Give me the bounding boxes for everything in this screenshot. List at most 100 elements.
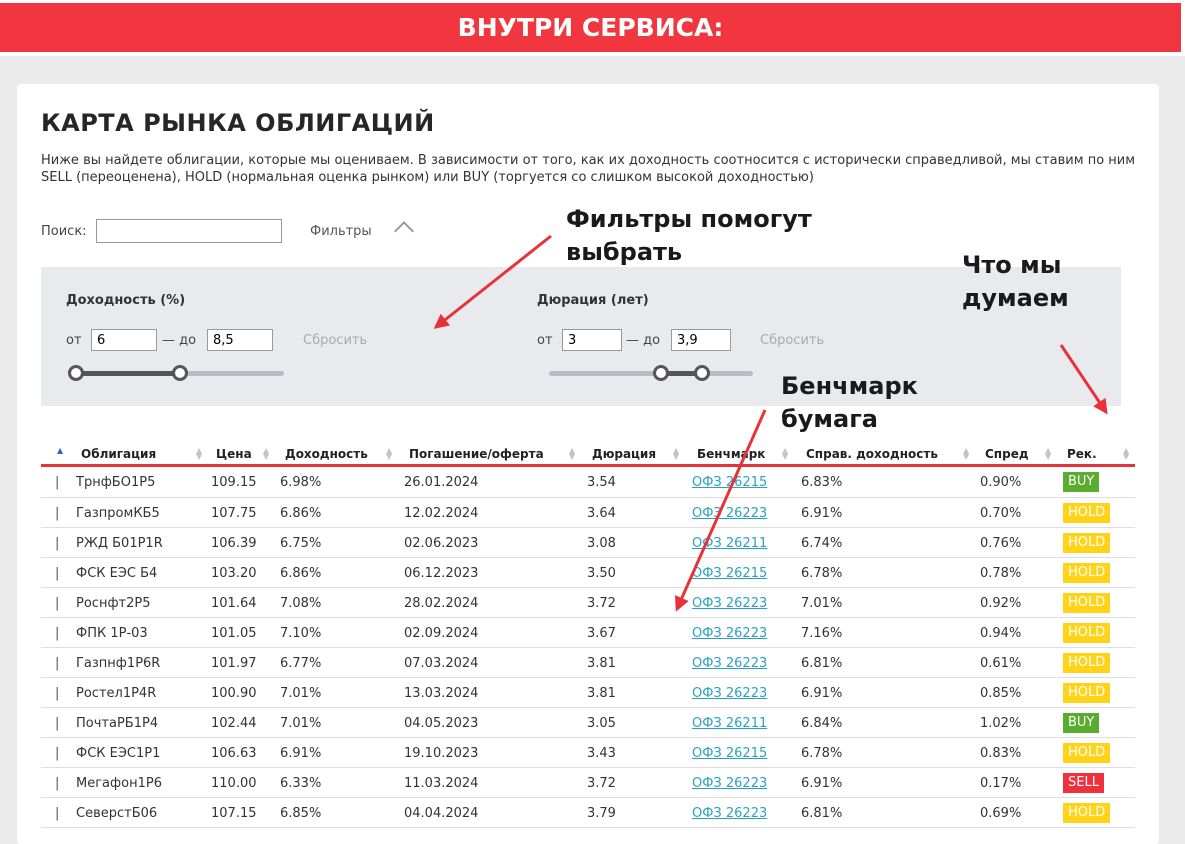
bond-name: Ростел1Р4R [76,686,157,701]
table-row[interactable]: | ФСК ЕЭС Б4 103.20 6.86% 06.12.2023 3.50 ОФЗ … [41,558,1135,588]
search-input[interactable] [96,219,282,243]
spread-cell: 0.90% [980,475,1022,490]
benchmark-link[interactable]: ОФЗ 26223 [692,506,767,521]
recommendation-badge: HOLD [1063,683,1111,703]
yield-cell: 6.77% [280,656,322,671]
fair-yield-cell: 6.84% [801,716,843,731]
yield-from-input[interactable] [91,329,157,351]
table-row[interactable]: | ПочтаРБ1Р4 102.44 7.01% 04.05.2023 3.05 ОФЗ … [41,708,1135,738]
benchmark-link[interactable]: ОФЗ 26223 [692,686,767,701]
benchmark-link[interactable]: ОФЗ 26223 [692,656,767,671]
chevron-up-icon[interactable] [394,221,414,241]
maturity-cell: 13.03.2024 [404,686,479,701]
yield-cell: 7.01% [280,716,322,731]
fair-yield-cell: 7.01% [801,596,843,611]
recommendation-badge: HOLD [1063,503,1111,523]
row-marker-icon: | [55,475,60,490]
price-cell: 100.90 [211,686,257,701]
column-duration[interactable]: Дюрация [592,447,656,461]
yield-slider-min-handle[interactable] [68,365,84,381]
price-cell: 106.39 [211,536,257,551]
maturity-cell: 19.10.2023 [404,746,479,761]
column-spread[interactable]: Спред [985,447,1029,461]
sort-icon[interactable]: ▲ ▼ [673,447,679,461]
spread-cell: 0.78% [980,566,1022,581]
duration-cell: 3.67 [587,626,616,641]
fair-yield-cell: 6.91% [801,686,843,701]
column-yield[interactable]: Доходность [285,447,368,461]
yield-to-input[interactable] [207,329,273,351]
yield-cell: 6.91% [280,746,322,761]
table-row[interactable]: | СеверстБ06 107.15 6.85% 04.04.2024 3.79 ОФЗ … [41,798,1135,828]
benchmark-link[interactable]: ОФЗ 26215 [692,746,767,761]
yield-to-label: — до [162,333,197,348]
column-recommendation[interactable]: Рек. [1067,447,1097,461]
sort-icon[interactable]: ▲ ▼ [963,447,969,461]
yield-cell: 6.86% [280,566,322,581]
duration-to-input[interactable] [671,329,731,351]
benchmark-link[interactable]: ОФЗ 26215 [692,566,767,581]
column-benchmark[interactable]: Бенчмарк [697,447,765,461]
banner-title: ВНУТРИ СЕРВИСА: [0,3,1181,52]
benchmark-link[interactable]: ОФЗ 26211 [692,716,767,731]
yield-reset-button[interactable]: Сбросить [303,333,367,348]
table-row[interactable]: | Мегафон1Р6 110.00 6.33% 11.03.2024 3.72 ОФЗ … [41,768,1135,798]
table-row[interactable]: | РЖД Б01Р1R 106.39 6.75% 02.06.2023 3.08 ОФЗ … [41,528,1135,558]
duration-slider-track[interactable] [549,371,753,376]
annotation-opinion: Что мы думаем [962,249,1069,315]
price-cell: 103.20 [211,566,257,581]
table-row[interactable]: | ГазпромКБ5 107.75 6.86% 12.02.2024 3.64 ОФЗ … [41,498,1135,528]
maturity-cell: 06.12.2023 [404,566,479,581]
table-row[interactable]: | Роснфт2Р5 101.64 7.08% 28.02.2024 3.72 ОФЗ 2… [41,588,1135,618]
maturity-cell: 12.02.2024 [404,506,479,521]
bond-map-card: КАРТА РЫНКА ОБЛИГАЦИЙ Ниже вы найдете об… [17,84,1159,844]
column-fair-yield[interactable]: Справ. доходность [806,447,938,461]
duration-slider-min-handle[interactable] [653,365,670,381]
benchmark-link[interactable]: ОФЗ 26223 [692,626,767,641]
price-cell: 107.15 [211,806,257,821]
annotation-filters-line1: Фильтры помогут [566,205,812,233]
price-cell: 110.00 [211,776,257,791]
spread-cell: 0.83% [980,746,1022,761]
sort-icon[interactable]: ▲ ▼ [263,447,269,461]
search-label: Поиск: [41,224,87,239]
benchmark-link[interactable]: ОФЗ 26223 [692,806,767,821]
benchmark-link[interactable]: ОФЗ 26223 [692,596,767,611]
table-row[interactable]: | Ростел1Р4R 100.90 7.01% 13.03.2024 3.81 ОФЗ … [41,678,1135,708]
annotation-benchmark: Бенчмарк бумага [781,370,918,436]
duration-slider-max-handle[interactable] [694,365,710,381]
yield-cell: 7.08% [280,596,322,611]
sort-icon[interactable]: ▲ ▼ [1123,447,1129,461]
duration-reset-button[interactable]: Сбросить [760,333,824,348]
filters-toggle[interactable]: Фильтры [310,224,372,239]
table-row[interactable]: | ФПК 1Р-03 101.05 7.10% 02.09.2024 3.67 ОФЗ 2… [41,618,1135,648]
sort-asc-icon[interactable]: ▲ [57,447,63,455]
table-row[interactable]: | Газпнф1Р6R 101.97 6.77% 07.03.2024 3.81 ОФЗ … [41,648,1135,678]
table-header: ▲ Облигация ▲ ▼ Цена ▲ ▼ Доходность ▲ ▼ Пог… [41,439,1135,467]
benchmark-link[interactable]: ОФЗ 26223 [692,776,767,791]
fair-yield-cell: 6.81% [801,656,843,671]
duration-from-input[interactable] [562,329,622,351]
maturity-cell: 26.01.2024 [404,475,479,490]
column-price[interactable]: Цена [216,447,252,461]
fair-yield-cell: 6.91% [801,776,843,791]
table-row[interactable]: | ФСК ЕЭС1Р1 106.63 6.91% 19.10.2023 3.43 ОФЗ … [41,738,1135,768]
yield-slider-max-handle[interactable] [172,365,188,381]
sort-icon[interactable]: ▲ ▼ [386,447,392,461]
yield-cell: 6.85% [280,806,322,821]
row-marker-icon: | [55,536,60,551]
sort-icon[interactable]: ▲ ▼ [782,447,788,461]
table-row[interactable]: | ТрнфБО1Р5 109.15 6.98% 26.01.2024 3.54 ОФЗ 2… [41,467,1135,498]
benchmark-link[interactable]: ОФЗ 26211 [692,536,767,551]
sort-icon[interactable]: ▲ ▼ [1045,447,1051,461]
fair-yield-cell: 7.16% [801,626,843,641]
column-bond[interactable]: Облигация [81,447,156,461]
recommendation-badge: HOLD [1063,563,1111,583]
sort-icon[interactable]: ▲ ▼ [569,447,575,461]
sort-icon[interactable]: ▲ ▼ [196,447,202,461]
column-maturity[interactable]: Погашение/оферта [409,447,544,461]
benchmark-link[interactable]: ОФЗ 26215 [692,475,767,490]
duration-cell: 3.43 [587,746,616,761]
duration-cell: 3.72 [587,596,616,611]
fair-yield-cell: 6.78% [801,746,843,761]
